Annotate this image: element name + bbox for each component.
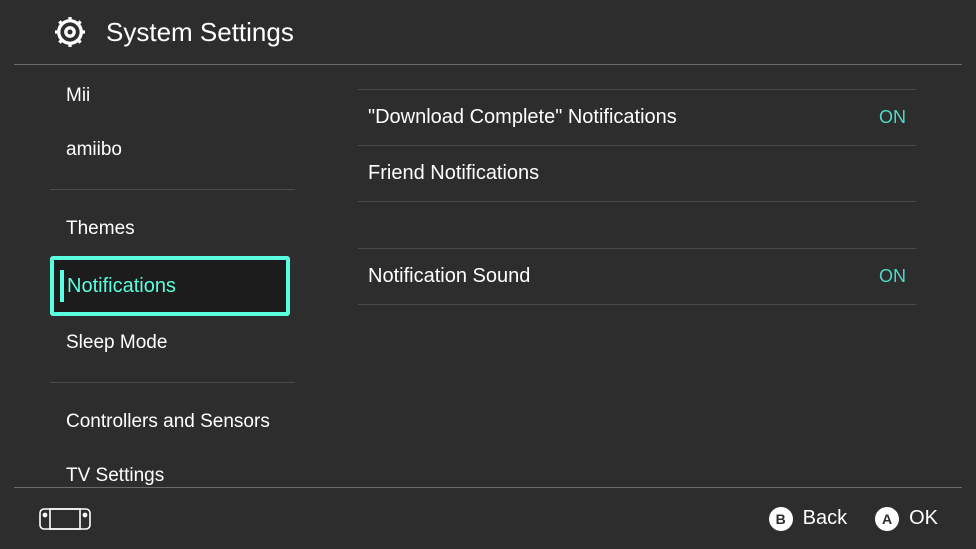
- setting-label: "Download Complete" Notifications: [368, 106, 677, 129]
- back-label: Back: [803, 507, 847, 530]
- sidebar-item-label: Notifications: [67, 275, 176, 298]
- setting-value: ON: [879, 266, 906, 287]
- ok-button[interactable]: A OK: [875, 507, 938, 531]
- back-button[interactable]: B Back: [769, 507, 847, 531]
- controller-icon[interactable]: [38, 506, 92, 532]
- b-button-icon: B: [769, 507, 793, 531]
- sidebar-item-notifications[interactable]: Notifications: [50, 256, 290, 316]
- content: "Download Complete" Notifications ON Fri…: [310, 65, 976, 489]
- sidebar-item-label: TV Settings: [66, 465, 164, 487]
- sidebar-item-label: Sleep Mode: [66, 332, 167, 354]
- sidebar-divider: [50, 382, 295, 383]
- sidebar-item-label: Controllers and Sensors: [66, 411, 270, 433]
- setting-label: Notification Sound: [368, 265, 530, 288]
- setting-download-notifications[interactable]: "Download Complete" Notifications ON: [358, 90, 916, 146]
- a-button-icon: A: [875, 507, 899, 531]
- sidebar-item-sleep-mode[interactable]: Sleep Mode: [50, 316, 310, 370]
- sidebar-item-label: amiibo: [66, 139, 122, 161]
- gear-icon: [52, 14, 88, 50]
- sidebar: Mii amiibo Themes Notifications Sleep Mo…: [0, 65, 310, 489]
- ok-label: OK: [909, 507, 938, 530]
- sidebar-item-label: Themes: [66, 218, 135, 240]
- header: System Settings: [14, 0, 962, 65]
- sidebar-divider: [50, 189, 295, 190]
- sidebar-item-tv-settings[interactable]: TV Settings: [50, 449, 310, 489]
- setting-value: ON: [879, 107, 906, 128]
- sidebar-item-mii[interactable]: Mii: [50, 69, 310, 123]
- sidebar-item-themes[interactable]: Themes: [50, 202, 310, 256]
- page-title: System Settings: [106, 17, 294, 48]
- spacer: [358, 202, 916, 248]
- footer-buttons: B Back A OK: [769, 507, 938, 531]
- setting-label: Friend Notifications: [368, 162, 539, 185]
- sidebar-item-label: Mii: [66, 85, 90, 107]
- sidebar-item-amiibo[interactable]: amiibo: [50, 123, 310, 177]
- setting-friend-notifications[interactable]: Friend Notifications: [358, 146, 916, 202]
- main-area: Mii amiibo Themes Notifications Sleep Mo…: [0, 65, 976, 489]
- setting-notification-sound[interactable]: Notification Sound ON: [358, 249, 916, 305]
- footer: B Back A OK: [14, 487, 962, 549]
- sidebar-item-controllers[interactable]: Controllers and Sensors: [50, 395, 310, 449]
